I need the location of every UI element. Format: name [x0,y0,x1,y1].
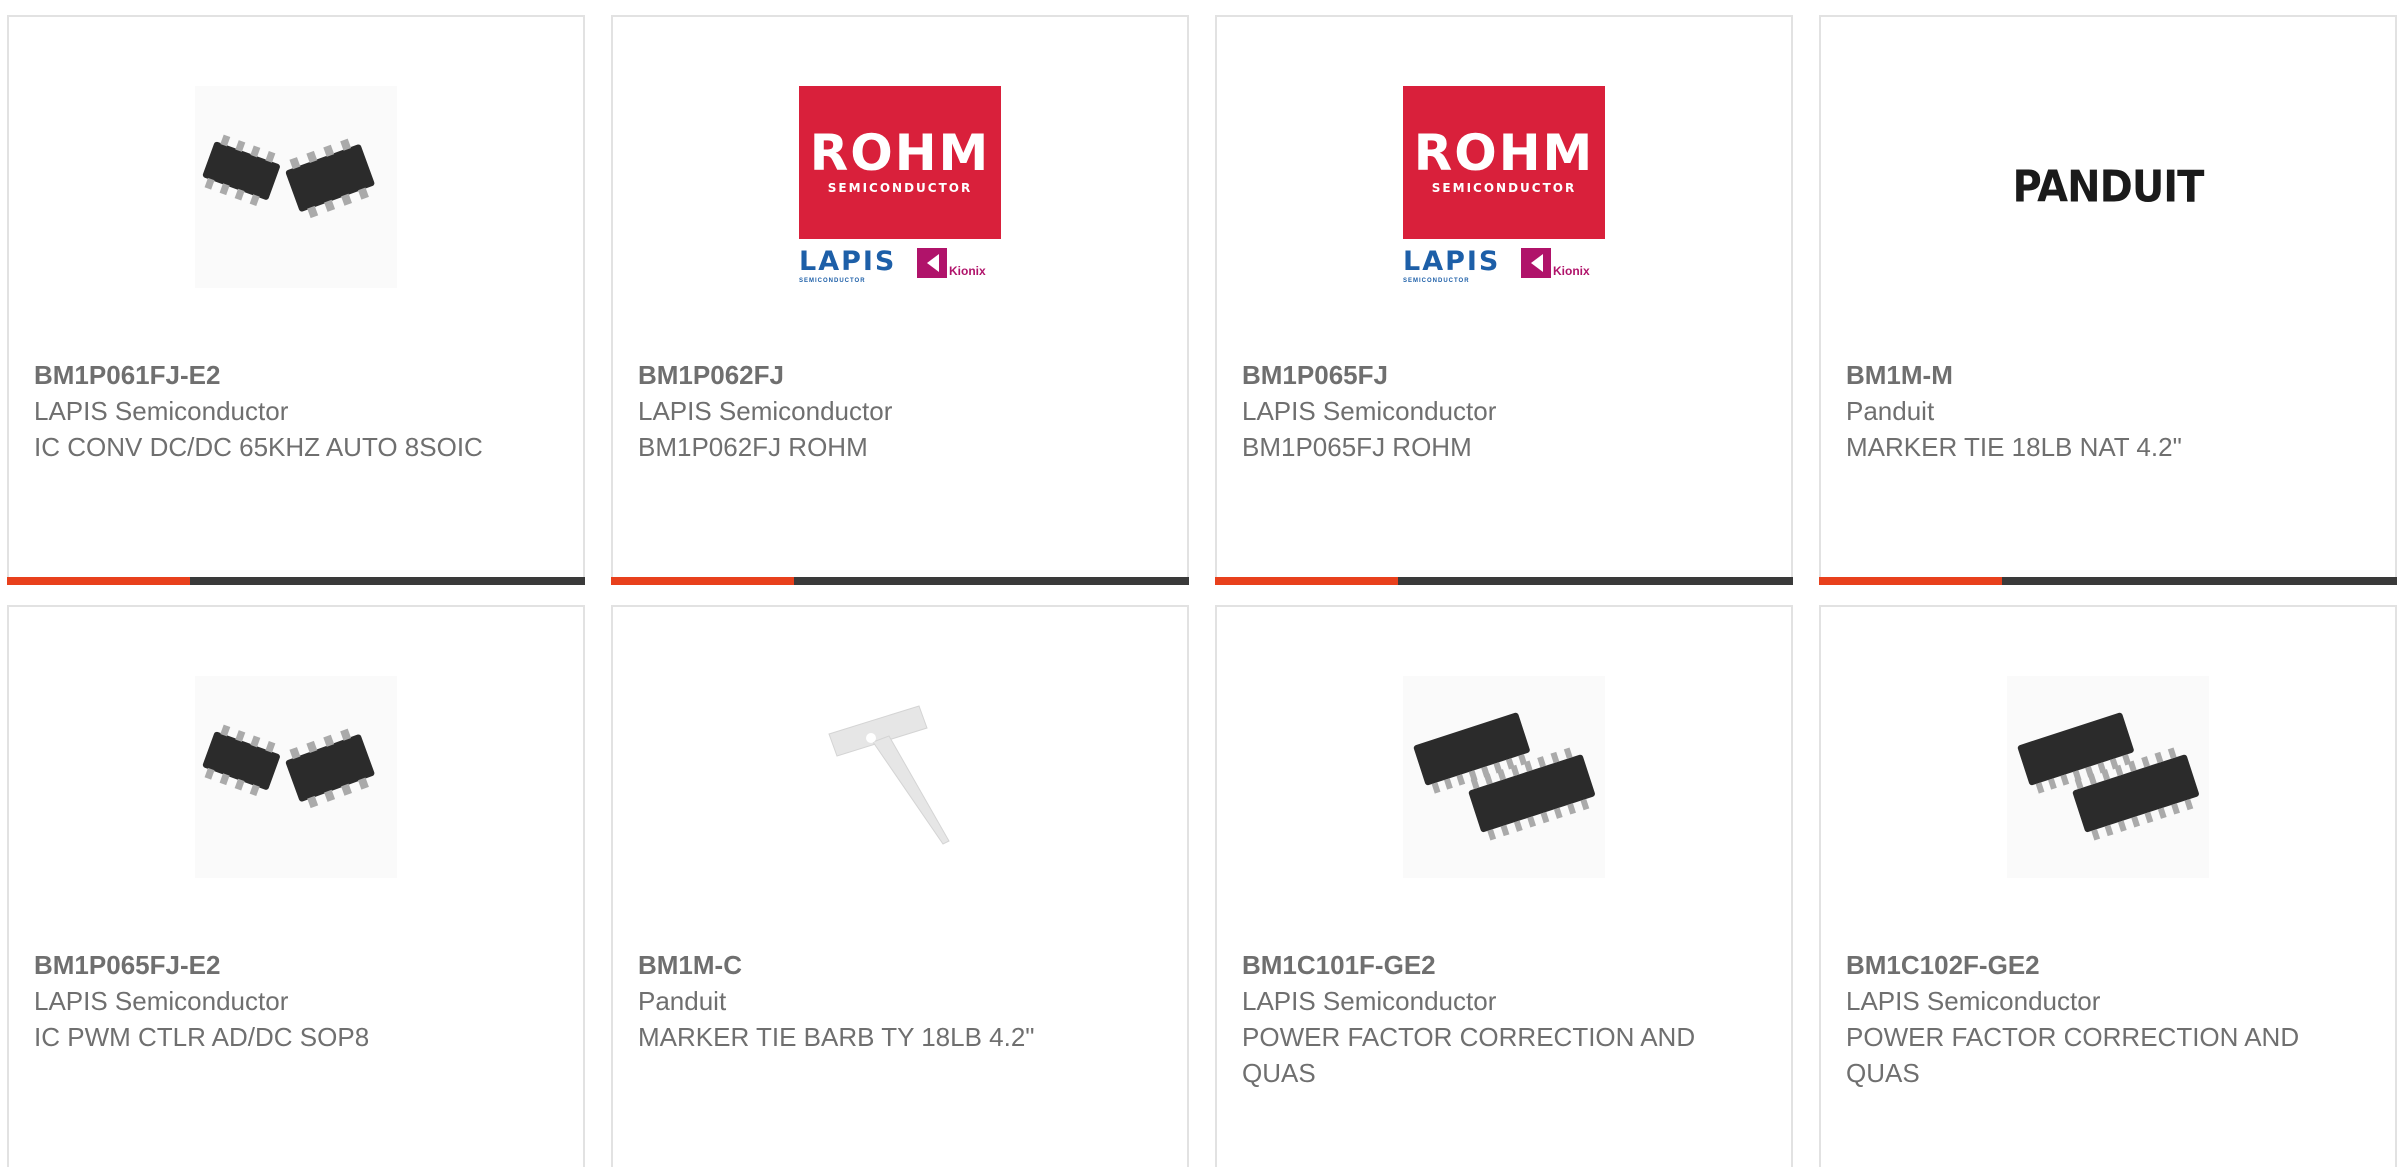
product-image[interactable] [195,86,397,288]
rohm-logo-block: ROHM SEMICONDUCTOR [799,86,1001,239]
product-image[interactable]: ROHM SEMICONDUCTOR LAPIS SEMICONDUCTOR K… [799,86,1001,288]
description: POWER FACTOR CORRECTION AND QUAS [1242,1022,1696,1088]
rohm-logo-block: ROHM SEMICONDUCTOR [1403,86,1605,239]
panduit-logo: PANDUIT [2012,161,2205,213]
product-info: BM1P062FJ LAPIS Semiconductor BM1P062FJ … [638,357,1098,465]
product-info: BM1M-C Panduit MARKER TIE BARB TY 18LB 4… [638,947,1098,1055]
product-image[interactable] [1403,676,1605,878]
product-image[interactable]: PANDUIT [2007,86,2209,288]
lapis-word: LAPIS [1403,246,1501,277]
part-number[interactable]: BM1M-M [1846,357,2306,393]
manufacturer: LAPIS Semiconductor [34,986,289,1016]
manufacturer: LAPIS Semiconductor [1242,986,1497,1016]
kionix-word: Kionix [949,264,986,278]
part-number[interactable]: BM1C101F-GE2 [1242,947,1702,983]
product-image[interactable] [195,676,397,878]
product-image[interactable]: ROHM SEMICONDUCTOR LAPIS SEMICONDUCTOR K… [1403,86,1605,288]
product-card[interactable]: PANDUIT BM1M-M Panduit MARKER TIE 18LB N… [1819,15,2397,585]
description: MARKER TIE 18LB NAT 4.2" [1846,432,2182,462]
card-bar [611,577,1189,585]
rohm-lapis-logo: ROHM SEMICONDUCTOR LAPIS SEMICONDUCTOR K… [1403,86,1605,288]
part-number[interactable]: BM1C102F-GE2 [1846,947,2306,983]
product-card[interactable]: BM1P065FJ-E2 LAPIS Semiconductor IC PWM … [7,605,585,1167]
product-image[interactable] [2007,676,2209,878]
product-grid: BM1P061FJ-E2 LAPIS Semiconductor IC CONV… [0,0,2400,1167]
manufacturer: Panduit [638,986,727,1016]
description: MARKER TIE BARB TY 18LB 4.2" [638,1022,1035,1052]
product-card[interactable]: ROHM SEMICONDUCTOR LAPIS SEMICONDUCTOR K… [611,15,1189,585]
product-info: BM1P061FJ-E2 LAPIS Semiconductor IC CONV… [34,357,494,465]
part-number[interactable]: BM1P065FJ-E2 [34,947,494,983]
card-bar [1819,577,2397,585]
product-card[interactable]: BM1C101F-GE2 LAPIS Semiconductor POWER F… [1215,605,1793,1167]
rohm-sub: SEMICONDUCTOR [827,181,973,195]
description: BM1P065FJ ROHM [1242,432,1472,462]
soic16-chips-icon [1403,676,1605,878]
part-number[interactable]: BM1P061FJ-E2 [34,357,494,393]
rohm-lapis-logo: ROHM SEMICONDUCTOR LAPIS SEMICONDUCTOR K… [799,86,1001,288]
manufacturer: Panduit [1846,396,1935,426]
part-number[interactable]: BM1M-C [638,947,1098,983]
card-bar-accent [611,577,794,585]
kionix-icon [917,248,947,278]
product-info: BM1P065FJ LAPIS Semiconductor BM1P065FJ … [1242,357,1702,465]
card-bar-accent [1819,577,2002,585]
product-card[interactable]: BM1P061FJ-E2 LAPIS Semiconductor IC CONV… [7,15,585,585]
soic16-chips-icon [2007,676,2209,878]
product-card[interactable]: BM1C102F-GE2 LAPIS Semiconductor POWER F… [1819,605,2397,1167]
description: IC CONV DC/DC 65KHZ AUTO 8SOIC [34,432,483,462]
rohm-word: ROHM [809,124,991,182]
kionix-word: Kionix [1553,264,1590,278]
manufacturer: LAPIS Semiconductor [1846,986,2101,1016]
product-info: BM1C102F-GE2 LAPIS Semiconductor POWER F… [1846,947,2306,1091]
product-info: BM1C101F-GE2 LAPIS Semiconductor POWER F… [1242,947,1702,1091]
soic8-chips-icon [195,676,397,878]
description: BM1P062FJ ROHM [638,432,868,462]
part-number[interactable]: BM1P065FJ [1242,357,1702,393]
product-info: BM1M-M Panduit MARKER TIE 18LB NAT 4.2" [1846,357,2306,465]
card-bar-accent [1215,577,1398,585]
product-image[interactable] [799,676,1001,878]
product-card[interactable]: BM1M-C Panduit MARKER TIE BARB TY 18LB 4… [611,605,1189,1167]
card-bar [1215,577,1793,585]
lapis-sub: SEMICONDUCTOR [1403,278,1470,284]
card-bar-accent [7,577,190,585]
soic8-chips-icon [195,86,397,288]
rohm-word: ROHM [1413,124,1595,182]
manufacturer: LAPIS Semiconductor [1242,396,1497,426]
manufacturer: LAPIS Semiconductor [34,396,289,426]
description: POWER FACTOR CORRECTION AND QUAS [1846,1022,2300,1088]
part-number[interactable]: BM1P062FJ [638,357,1098,393]
marker-tie-icon [828,705,950,845]
lapis-sub: SEMICONDUCTOR [799,278,866,284]
description: IC PWM CTLR AD/DC SOP8 [34,1022,370,1052]
rohm-sub: SEMICONDUCTOR [1431,181,1577,195]
kionix-icon [1521,248,1551,278]
manufacturer: LAPIS Semiconductor [638,396,893,426]
product-card[interactable]: ROHM SEMICONDUCTOR LAPIS SEMICONDUCTOR K… [1215,15,1793,585]
lapis-word: LAPIS [799,246,897,277]
card-bar [7,577,585,585]
product-info: BM1P065FJ-E2 LAPIS Semiconductor IC PWM … [34,947,494,1055]
